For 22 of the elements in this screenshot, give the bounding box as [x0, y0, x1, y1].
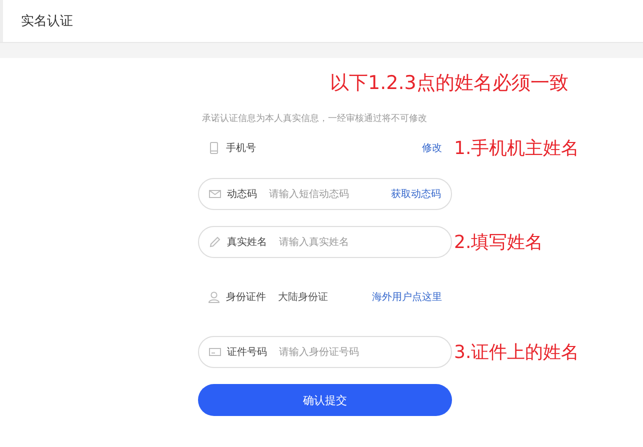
notice-text: 承诺认证信息为本人真实信息，一经审核通过将不可修改 — [202, 112, 428, 126]
field-label: 手机号 — [226, 142, 256, 155]
annotation-text: 2.填写姓名 — [454, 231, 544, 254]
pencil-icon — [209, 236, 221, 248]
page-title: 实名认证 — [21, 13, 73, 30]
id-card-icon — [209, 346, 221, 358]
input-field[interactable]: 证件号码 请输入身份证号码 — [198, 336, 452, 368]
action-link[interactable]: 海外用户点这里 — [372, 290, 442, 304]
action-link[interactable]: 修改 — [422, 141, 442, 155]
submit-button[interactable]: 确认提交 — [198, 384, 452, 416]
get-code-link[interactable]: 获取动态码 — [391, 187, 441, 201]
annotation-text: 3.证件上的姓名 — [454, 341, 580, 364]
text-input[interactable]: 请输入身份证号码 — [279, 346, 441, 358]
field-label: 身份证件 — [226, 291, 266, 304]
user-icon — [208, 291, 220, 303]
input-field[interactable]: 动态码 请输入短信动态码 获取动态码 — [198, 178, 452, 210]
field-value: 大陆身份证 — [278, 290, 329, 304]
annotation-text: 1.手机机主姓名 — [454, 137, 580, 160]
annotation-heading: 以下1.2.3点的姓名必须一致 — [330, 71, 570, 96]
text-input[interactable]: 请输入短信动态码 — [269, 188, 385, 200]
mail-icon — [209, 188, 221, 200]
phone-icon — [208, 142, 220, 154]
